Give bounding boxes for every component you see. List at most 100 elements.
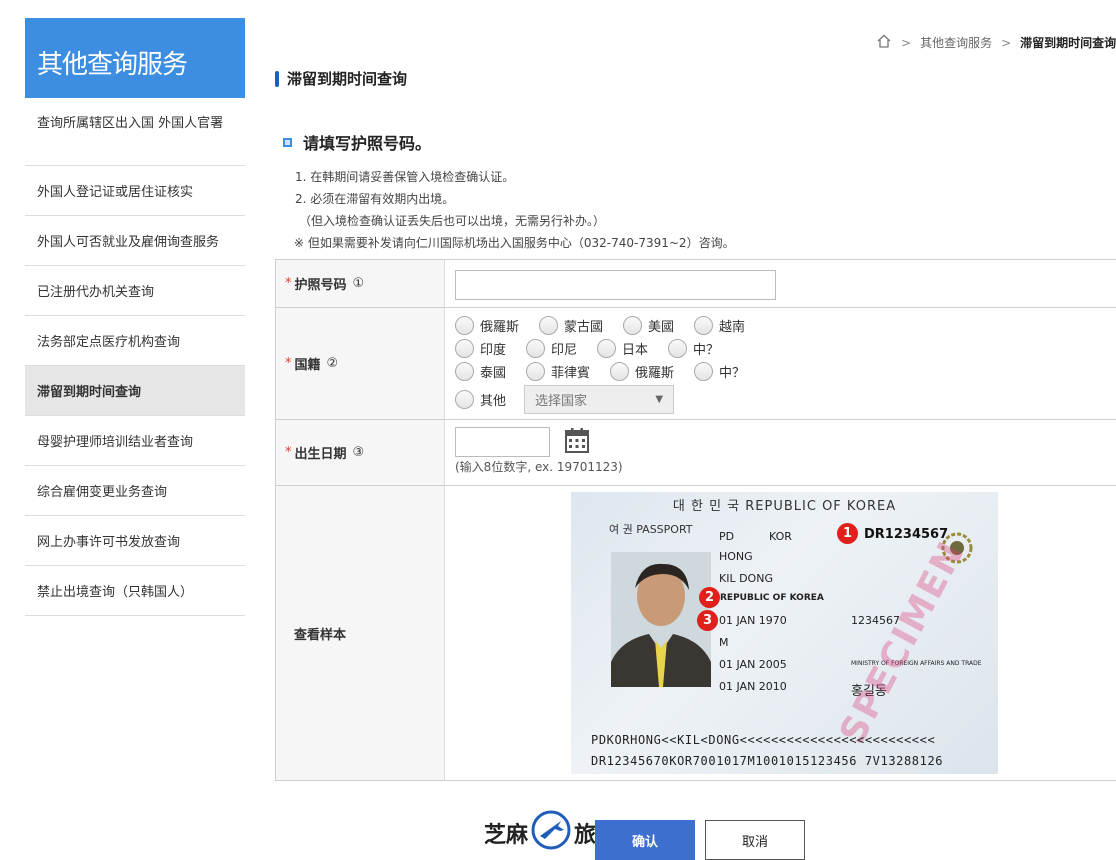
country-radio[interactable]: 俄羅斯 — [455, 316, 519, 335]
passport-sample-image: 대 한 민 국 REPUBLIC OF KOREA 여 권 PASSPORT P… — [571, 492, 998, 774]
country-select[interactable]: 选择国家 ▼ — [524, 384, 675, 414]
nationality-label: * 国籍 ② — [275, 308, 445, 419]
country-radio[interactable]: 印度 — [455, 339, 506, 358]
passport-type: PD — [719, 530, 735, 543]
nationality-label-text: 国籍 — [294, 358, 321, 373]
chevron-down-icon: ▼ — [655, 393, 664, 405]
badge-two: 2 — [699, 587, 720, 608]
passport-country: KOR — [769, 530, 792, 543]
breadcrumb-parent[interactable]: 其他查询服务 — [920, 34, 992, 51]
sidebar-item-immigration-office[interactable]: 查询所属辖区出入国 外国人官署 — [25, 98, 245, 166]
sidebar-item-medical-query[interactable]: 法务部定点医疗机构查询 — [25, 316, 245, 366]
country-name: 中？ — [719, 366, 746, 381]
passport-label: * 护照号码 ① — [275, 260, 445, 307]
country-name: 中？ — [693, 343, 720, 358]
passport-sex: M — [719, 636, 729, 649]
title-bar-marker — [275, 70, 279, 87]
passport-expiry-date: 01 JAN 2010 — [719, 680, 787, 693]
watermark-text: 芝麻 — [484, 823, 529, 848]
country-radio-row: 俄羅斯 蒙古國 美國 越南 — [455, 314, 1116, 337]
nationality-number-marker: ② — [326, 356, 339, 371]
note-line: （但入境检查确认证丢失后也可以出境，无需另行补办。） — [299, 214, 606, 228]
sidebar-item-stay-expiry[interactable]: 滞留到期时间查询 — [25, 366, 245, 416]
sidebar-item-employment-change[interactable]: 综合雇佣变更业务查询 — [25, 466, 245, 516]
country-radio[interactable]: 中？ — [668, 339, 719, 358]
radio-circle[interactable] — [526, 339, 546, 358]
country-name: 菲律賓 — [551, 366, 591, 381]
query-form: * 护照号码 ① * 国籍 ② 俄羅斯 蒙古國 美國 越南 印度 印尼 日本 中… — [275, 259, 1116, 781]
sidebar: 其他查询服务 查询所属辖区出入国 外国人官署 外国人登记证或居住证核实 外国人可… — [25, 18, 245, 616]
breadcrumb-current: 滞留到期时间查询 — [1020, 36, 1116, 50]
country-select-value: 选择国家 — [535, 393, 588, 409]
radio-circle[interactable] — [668, 339, 688, 358]
radio-circle[interactable] — [623, 316, 643, 335]
page-title-text: 滞留到期时间查询 — [287, 70, 408, 88]
country-radio[interactable]: 美國 — [623, 316, 674, 335]
radio-circle[interactable] — [539, 316, 559, 335]
country-radio[interactable]: 中？ — [694, 362, 745, 381]
sidebar-item-caregiver-query[interactable]: 母婴护理师培训结业者查询 — [25, 416, 245, 466]
radio-circle[interactable] — [455, 316, 474, 335]
note-line: 1. 在韩期间请妥善保管入境检查确认证。 — [295, 170, 515, 184]
radio-circle[interactable] — [526, 362, 546, 381]
passport-mrz-line: DR12345670KOR7001017M1001015123456 7V132… — [591, 754, 944, 768]
confirm-button[interactable]: 确认 — [595, 820, 695, 860]
country-name: 越南 — [719, 320, 746, 335]
breadcrumb-separator: > — [1001, 35, 1012, 50]
radio-circle[interactable] — [597, 339, 617, 358]
notes: 1. 在韩期间请妥善保管入境检查确认证。 2. 必须在滞留有效期内出境。 （但入… — [294, 166, 735, 254]
birthdate-row: * 出生日期 ③ (输入8位数字, ex. 19701123) — [275, 420, 1116, 486]
badge-three: 3 — [697, 610, 718, 631]
calendar-icon[interactable] — [565, 427, 590, 457]
section-heading-text: 请填写护照号码。 — [303, 134, 432, 153]
passport-input[interactable] — [455, 270, 776, 300]
country-radio[interactable]: 日本 — [597, 339, 648, 358]
country-other-radio[interactable]: 其他 — [455, 389, 507, 409]
passport-row: * 护照号码 ① — [275, 260, 1116, 308]
sidebar-item-agency-query[interactable]: 已注册代办机关查询 — [25, 266, 245, 316]
country-radio[interactable]: 印尼 — [526, 339, 577, 358]
breadcrumb-separator: > — [901, 35, 912, 50]
section-heading: 请填写护照号码。 — [283, 130, 431, 154]
sidebar-item-employment-check[interactable]: 外国人可否就业及雇佣询查服务 — [25, 216, 245, 266]
note-line: ※ 但如果需要补发请向仁川国际机场出入国服务中心（032-740-7391~2）… — [294, 236, 735, 250]
required-mark: * — [285, 445, 292, 460]
radio-circle[interactable] — [694, 316, 714, 335]
country-radio[interactable]: 蒙古國 — [539, 316, 603, 335]
passport-type-label: 여 권 PASSPORT — [609, 523, 693, 536]
radio-circle[interactable] — [455, 339, 474, 358]
passport-number-marker: ① — [352, 276, 365, 291]
radio-circle[interactable] — [455, 389, 474, 409]
passport-photo — [611, 552, 711, 687]
country-radio[interactable]: 泰國 — [455, 362, 506, 381]
home-icon[interactable] — [876, 34, 892, 51]
country-name: 俄羅斯 — [635, 366, 675, 381]
other-label: 其他 — [480, 393, 507, 409]
radio-circle[interactable] — [694, 362, 714, 381]
nationality-row: * 国籍 ② 俄羅斯 蒙古國 美國 越南 印度 印尼 日本 中？ 泰國 菲律賓 … — [275, 308, 1116, 420]
cancel-button[interactable]: 取消 — [705, 820, 805, 860]
sidebar-item-exit-ban[interactable]: 禁止出境查询（只韩国人） — [25, 566, 245, 616]
birthdate-label: * 出生日期 ③ — [275, 420, 445, 485]
country-radio[interactable]: 俄羅斯 — [610, 362, 674, 381]
country-name: 印度 — [480, 343, 507, 358]
radio-circle[interactable] — [610, 362, 630, 381]
country-radio[interactable]: 菲律賓 — [526, 362, 590, 381]
country-other-row: 其他 选择国家 ▼ — [455, 383, 1116, 415]
specimen-watermark: SPECIMEN — [832, 534, 974, 751]
passport-header: 대 한 민 국 REPUBLIC OF KOREA — [672, 499, 897, 514]
country-name: 日本 — [622, 343, 649, 358]
passport-cell — [445, 260, 1116, 307]
country-name: 俄羅斯 — [480, 320, 520, 335]
passport-dob: 01 JAN 1970 — [719, 614, 787, 627]
birthdate-number-marker: ③ — [352, 445, 365, 460]
sidebar-item-permit-query[interactable]: 网上办事许可书发放查询 — [25, 516, 245, 566]
square-bullet-icon — [283, 137, 292, 147]
passport-mrz-line: PDKORHONG<<KIL<DONG<<<<<<<<<<<<<<<<<<<<<… — [591, 733, 936, 747]
radio-circle[interactable] — [455, 362, 474, 381]
birthdate-input[interactable] — [455, 427, 550, 457]
sidebar-item-registration-check[interactable]: 外国人登记证或居住证核实 — [25, 166, 245, 216]
nationality-cell: 俄羅斯 蒙古國 美國 越南 印度 印尼 日本 中？ 泰國 菲律賓 俄羅斯 中？ … — [445, 308, 1116, 419]
country-radio[interactable]: 越南 — [694, 316, 745, 335]
country-name: 蒙古國 — [564, 320, 604, 335]
